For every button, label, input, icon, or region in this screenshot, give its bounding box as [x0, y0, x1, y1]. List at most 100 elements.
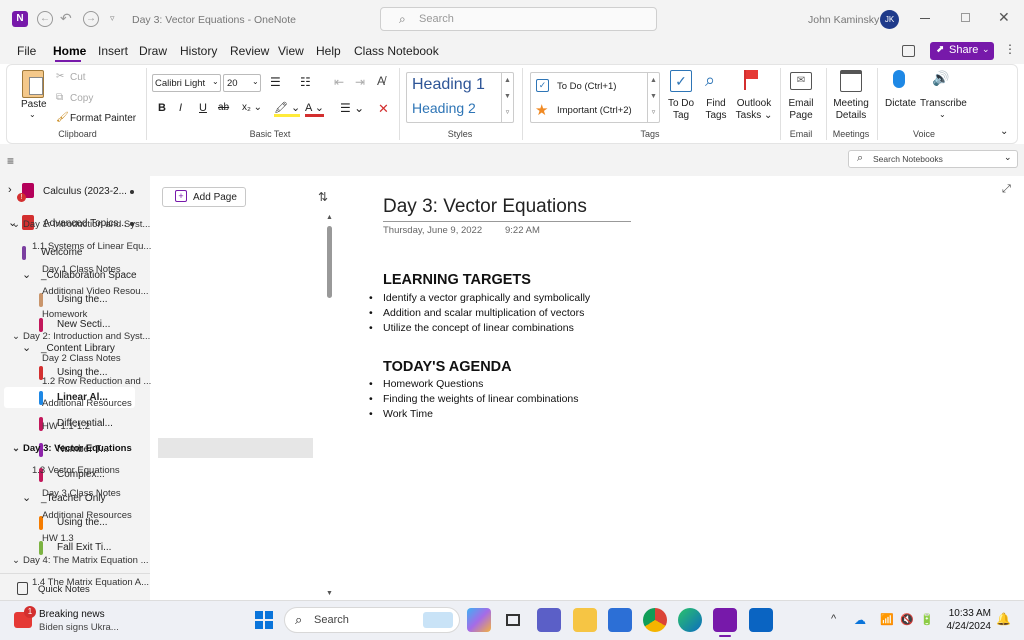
page-day2-notes[interactable]: Day 2 Class Notes — [8, 348, 180, 368]
meeting-details-icon[interactable] — [840, 70, 862, 92]
chrome-icon[interactable] — [643, 608, 667, 632]
wifi-icon[interactable]: 📶 — [880, 613, 894, 626]
quick-access-dropdown-icon[interactable]: ▿ — [110, 13, 115, 24]
list-item[interactable]: Addition and scalar multiplication of ve… — [369, 306, 590, 321]
menu-help[interactable]: Help — [316, 44, 341, 58]
menu-home[interactable]: Home — [53, 44, 86, 58]
italic-icon[interactable]: I — [179, 102, 182, 114]
taskbar-search-box[interactable]: ⌕ Search — [284, 607, 460, 633]
font-select[interactable]: Calibri Light ⌄ — [152, 74, 221, 92]
title-search-box[interactable]: ⌕ Search — [380, 7, 657, 31]
dictate-button[interactable]: Dictate — [885, 98, 916, 109]
list-item[interactable]: Homework Questions — [369, 377, 579, 392]
edge-icon[interactable] — [678, 608, 702, 632]
page-day3-resources[interactable]: Additional Resources — [8, 505, 180, 525]
forward-icon[interactable]: → — [83, 11, 99, 27]
list-item[interactable]: Work Time — [369, 407, 579, 422]
page-day1[interactable]: ⌄ Day 1: Introduction and Syst... — [8, 214, 180, 234]
learning-targets-list[interactable]: Identify a vector graphically and symbol… — [369, 291, 590, 336]
clear-formatting-icon[interactable]: A̸ — [377, 74, 385, 88]
page-title[interactable]: Day 3: Vector Equations — [383, 196, 587, 218]
outlook-tasks-icon[interactable] — [744, 70, 760, 90]
page-day2[interactable]: ⌄ Day 2: Introduction and Syst... — [8, 326, 180, 346]
pages-scrollbar[interactable]: ▲ ▼ — [326, 214, 333, 598]
font-color-icon[interactable]: A ⌄ — [305, 101, 325, 117]
show-hidden-icons-icon[interactable]: ^ — [831, 613, 836, 625]
paste-dropdown-icon[interactable]: ⌄ — [29, 110, 36, 119]
find-tags-icon[interactable]: ⌕ — [705, 70, 715, 91]
page-hw-1-3[interactable]: HW 1.3 — [8, 528, 180, 548]
outlook-icon[interactable] — [749, 608, 773, 632]
font-size-select[interactable]: 20 ⌄ — [223, 74, 261, 92]
decrease-indent-icon[interactable]: ⇤ — [334, 75, 344, 89]
expand-icon[interactable]: ⤢ — [1002, 183, 1011, 196]
undo-icon[interactable]: ↶ — [60, 10, 72, 27]
transcribe-dropdown-icon[interactable]: ⌄ — [939, 110, 946, 119]
task-view-icon[interactable] — [501, 608, 525, 632]
menu-review[interactable]: Review — [230, 44, 269, 58]
scroll-thumb[interactable] — [327, 226, 332, 298]
onenote-taskbar-icon[interactable] — [713, 608, 737, 632]
teams-icon[interactable] — [537, 608, 561, 632]
email-page-button[interactable]: Email Page — [786, 98, 816, 122]
page-day2-resources[interactable]: Additional Resources — [8, 393, 180, 413]
style-heading1[interactable]: Heading 1 — [412, 76, 485, 94]
onedrive-icon[interactable]: ☁ — [854, 613, 866, 627]
back-icon[interactable]: ← — [37, 11, 53, 27]
transcribe-icon[interactable]: 🔊 — [932, 70, 949, 87]
page-day1-notes[interactable]: Day 1 Class Notes — [8, 259, 180, 279]
outlook-tasks-button[interactable]: Outlook Tasks ⌄ — [734, 98, 774, 122]
volume-icon[interactable]: 🔇 — [900, 613, 914, 626]
underline-icon[interactable]: U — [199, 102, 207, 114]
more-options-icon[interactable]: ⋮ — [1004, 42, 1016, 56]
numbering-icon[interactable]: ☷ — [300, 75, 311, 89]
menu-draw[interactable]: Draw — [139, 44, 167, 58]
microphone-icon[interactable] — [893, 70, 905, 88]
subscript-icon[interactable]: x₂ ⌄ — [242, 102, 262, 113]
minimize-icon[interactable] — [920, 18, 930, 19]
cut-button[interactable]: Cut — [70, 72, 86, 83]
page-day3[interactable]: ⌄ Day 3: Vector Equations — [8, 438, 180, 458]
tag-important[interactable]: Important (Ctrl+2) — [557, 105, 632, 116]
notebook-calculus[interactable]: › ! Calculus (2023-2... — [0, 181, 150, 203]
add-page-button[interactable]: + Add Page — [162, 187, 246, 207]
styles-scroll[interactable]: ▲ ▼ ▿ — [501, 73, 513, 122]
windows-start-icon[interactable] — [252, 608, 276, 632]
email-page-icon[interactable]: ✉ — [790, 72, 812, 90]
notifications-bell-icon[interactable]: 🔔 — [996, 612, 1011, 626]
menu-insert[interactable]: Insert — [98, 44, 128, 58]
find-tags-button[interactable]: Find Tags — [703, 98, 729, 122]
list-item[interactable]: Identify a vector graphically and symbol… — [369, 291, 590, 306]
page-1-2[interactable]: 1.2 Row Reduction and ... — [8, 371, 180, 391]
menu-history[interactable]: History — [180, 44, 217, 58]
highlight-icon[interactable]: 🖍 ⌄ — [274, 101, 301, 117]
user-name[interactable]: John Kaminsky — [808, 14, 879, 26]
restore-icon[interactable] — [961, 13, 970, 22]
menu-view[interactable]: View — [278, 44, 304, 58]
styles-gallery[interactable]: Heading 1 Heading 2 ▲ ▼ ▿ — [406, 72, 514, 123]
clock-date[interactable]: 4/24/2024 — [943, 621, 992, 632]
collapse-ribbon-icon[interactable]: ⌄ — [1000, 126, 1008, 137]
page-day3-notes[interactable]: Day 3 Class Notes — [8, 483, 180, 503]
todo-tag-icon[interactable]: ✓ — [670, 70, 692, 92]
transcribe-button[interactable]: Transcribe — [920, 98, 967, 109]
file-explorer-icon[interactable] — [573, 608, 597, 632]
delete-icon[interactable]: ✕ — [378, 101, 389, 117]
meeting-details-button[interactable]: Meeting Details — [832, 98, 870, 122]
page-day4[interactable]: ⌄ Day 4: The Matrix Equation ... — [8, 550, 180, 570]
bullets-icon[interactable]: ☰ — [270, 75, 281, 89]
scroll-down-icon[interactable]: ▼ — [326, 590, 333, 597]
page-homework[interactable]: Homework — [8, 304, 180, 324]
avatar[interactable]: JK — [880, 10, 899, 29]
hamburger-icon[interactable]: ≡ — [7, 154, 14, 168]
strikethrough-icon[interactable]: ab — [218, 102, 229, 113]
style-heading2[interactable]: Heading 2 — [412, 100, 476, 116]
menu-class-notebook[interactable]: Class Notebook — [354, 44, 439, 58]
paste-icon[interactable] — [22, 70, 44, 98]
close-icon[interactable]: ✕ — [998, 9, 1010, 26]
agenda-heading[interactable]: TODAY'S AGENDA — [383, 359, 512, 375]
paste-button[interactable]: Paste — [21, 99, 47, 110]
bold-icon[interactable]: B — [158, 102, 166, 114]
tag-todo[interactable]: To Do (Ctrl+1) — [557, 81, 616, 92]
scroll-up-icon[interactable]: ▲ — [326, 214, 333, 221]
